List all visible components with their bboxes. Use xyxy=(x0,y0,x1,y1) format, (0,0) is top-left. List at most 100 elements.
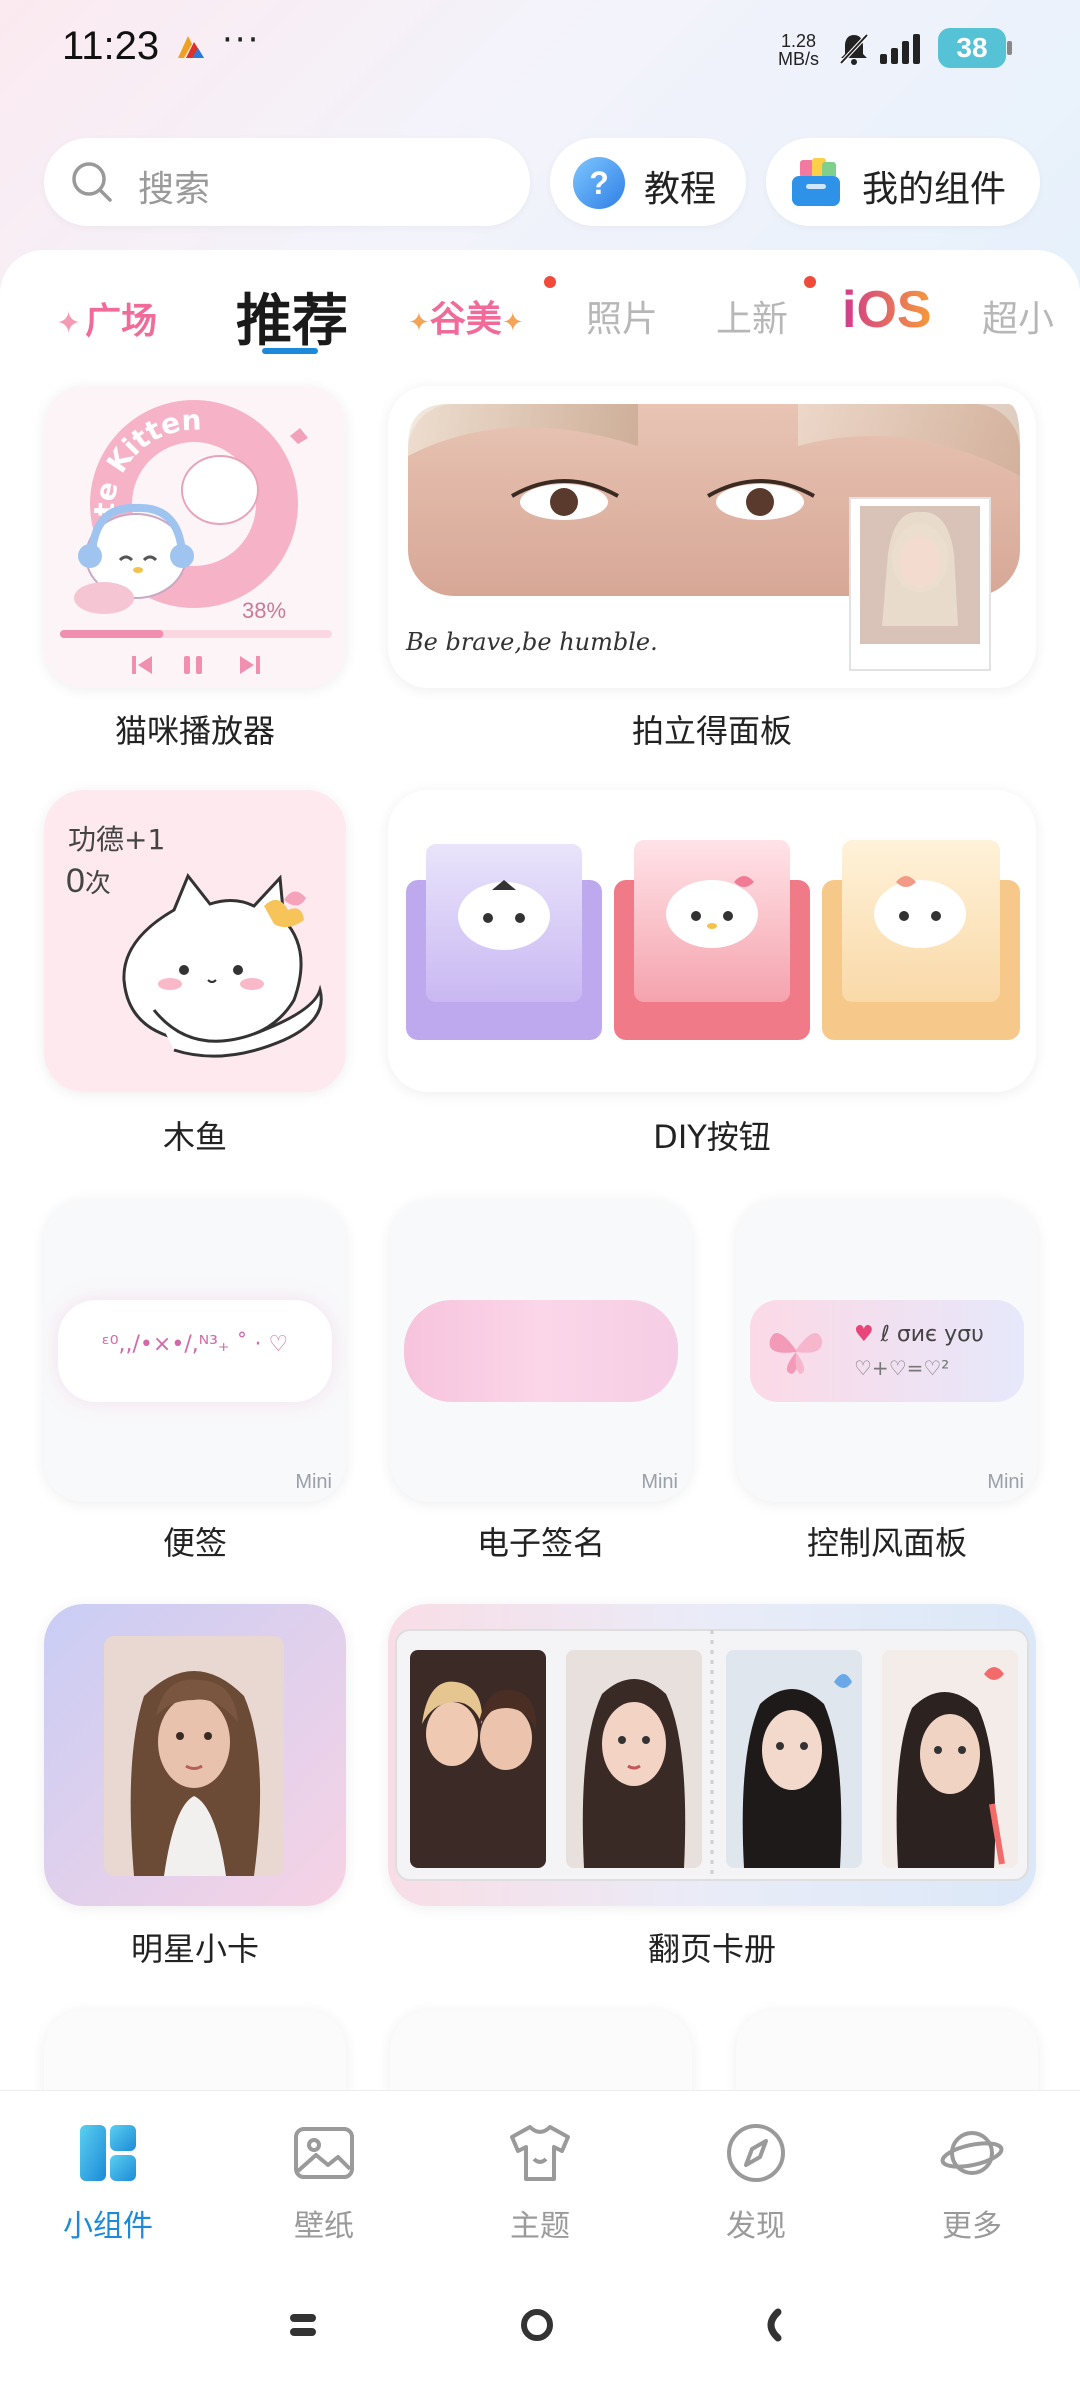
merit-count-value: 0 xyxy=(66,862,85,900)
picture-icon xyxy=(294,2127,354,2179)
nav-item-widgets[interactable]: 小组件 xyxy=(26,2121,186,2251)
tab-shangxin-badge xyxy=(804,276,816,288)
mini-tag: Mini xyxy=(987,1471,1024,1493)
pause-icon xyxy=(184,656,202,674)
esign-pad xyxy=(404,1300,678,1402)
battery-level: 38 xyxy=(938,28,1006,68)
esign-widget[interactable]: Mini xyxy=(390,1200,692,1502)
active-tab-indicator xyxy=(262,348,318,354)
control-panel-line1: ♥ ℓ σиє уσυ xyxy=(854,1322,984,1347)
flip-album-label: 翻页卡册 xyxy=(647,1930,776,1968)
note-bubble: ᵋ⁰,,/•×•/,ᴺ³₊ ˚ · ♡ xyxy=(58,1300,332,1402)
tab-zhaopian[interactable]: 照片 xyxy=(586,290,658,342)
muyu-label: 木鱼 xyxy=(162,1118,227,1156)
cat-player-label: 猫咪播放器 xyxy=(114,712,275,750)
tab-ios[interactable]: iOS xyxy=(842,280,932,340)
network-speed-value: 1.28 xyxy=(780,31,817,51)
photo-card-2 xyxy=(566,1650,702,1868)
polaroid-preview: Be brave,be humble. xyxy=(405,404,1020,671)
diy-button-preview xyxy=(406,840,1020,1040)
svg-text:?: ? xyxy=(589,165,609,201)
tab-gumei[interactable]: ✦谷美✦ xyxy=(408,290,524,342)
nav-item-discover[interactable]: 发现 xyxy=(674,2121,834,2251)
tab-shangxin[interactable]: 上新 xyxy=(716,290,788,342)
note-text: ᵋ⁰,,/•×•/,ᴺ³₊ ˚ · ♡ xyxy=(101,1332,289,1357)
nav-item-theme[interactable]: 主题 xyxy=(458,2121,618,2251)
tab-gumei-label: 谷美 xyxy=(429,299,502,340)
tshirt-icon xyxy=(510,2125,570,2181)
home-icon[interactable] xyxy=(520,2308,554,2342)
nav-label-discover: 发现 xyxy=(726,2209,786,2244)
tutorial-button[interactable]: ? 教程 xyxy=(550,138,746,226)
search-icon xyxy=(72,162,112,202)
search-input[interactable]: 搜索 xyxy=(44,138,530,226)
widget-grid-icon xyxy=(80,2125,136,2181)
battery-tip xyxy=(1007,41,1012,55)
heart-icon: ♥ xyxy=(854,1322,874,1347)
status-time: 11:23 xyxy=(62,24,160,68)
photo-card-3 xyxy=(726,1650,862,1868)
polaroid-label: 拍立得面板 xyxy=(631,712,792,750)
sparkle-icon: ✦ xyxy=(501,308,524,338)
cat-player-widget[interactable]: te Kitten 38% xyxy=(44,386,346,688)
control-panel-card: ♥ ℓ σиє уσυ ♡+♡=♡² xyxy=(750,1300,1024,1402)
butterfly-icon xyxy=(769,1332,823,1374)
signal-icon xyxy=(880,34,920,64)
progress-text: 38% xyxy=(242,598,286,623)
photo-card-1 xyxy=(410,1650,546,1868)
my-widgets-label: 我的组件 xyxy=(862,169,1007,210)
back-icon[interactable] xyxy=(758,2308,784,2342)
battery-indicator: 38 xyxy=(938,28,1012,68)
network-speed-unit: MB/s xyxy=(778,49,820,69)
note-label: 便签 xyxy=(162,1524,227,1562)
more-notifications-icon: ··· xyxy=(222,20,261,60)
esign-label: 电子签名 xyxy=(476,1524,605,1562)
tab-chao[interactable]: 超小 xyxy=(982,290,1054,342)
diy-button-label: DIY按钮 xyxy=(653,1118,771,1156)
tab-tuijian[interactable]: 推荐 xyxy=(236,276,348,357)
flip-album-widget[interactable] xyxy=(388,1604,1036,1906)
cat-player-preview: te Kitten 38% xyxy=(60,400,332,674)
app-notification-icon xyxy=(178,36,204,58)
tab-guangchang[interactable]: ✦ 广场 xyxy=(56,292,157,344)
nav-label-wallpaper: 壁纸 xyxy=(294,2209,354,2244)
cat-fish-icon xyxy=(122,873,323,1058)
planet-icon xyxy=(940,2131,1004,2175)
widget-box-icon xyxy=(792,158,840,206)
sparkle-icon: ✦ xyxy=(56,306,82,341)
note-widget[interactable]: ᵋ⁰,,/•×•/,ᴺ³₊ ˚ · ♡ Mini xyxy=(44,1200,346,1502)
system-navigation-bar xyxy=(0,2260,1080,2400)
nav-item-more[interactable]: 更多 xyxy=(890,2121,1050,2251)
next-icon xyxy=(240,656,260,674)
bottom-navigation: 小组件 壁纸 主题 发现 更多 xyxy=(0,2090,1080,2260)
prev-icon xyxy=(132,656,152,674)
compass-icon xyxy=(727,2124,785,2182)
nav-label-more: 更多 xyxy=(942,2209,1002,2244)
mini-tag: Mini xyxy=(641,1471,678,1493)
polaroid-widget[interactable]: Be brave,be humble. xyxy=(388,386,1036,688)
search-placeholder: 搜索 xyxy=(138,169,211,210)
star-card-widget[interactable] xyxy=(44,1604,346,1906)
control-panel-line2: ♡+♡=♡² xyxy=(854,1356,950,1380)
control-panel-widget[interactable]: ♥ ℓ σиє уσυ ♡+♡=♡² Mini xyxy=(736,1200,1038,1502)
star-card-photo xyxy=(104,1636,284,1876)
tab-guangchang-label: 广场 xyxy=(85,301,158,342)
help-icon: ? xyxy=(573,157,625,209)
control-panel-label: 控制风面板 xyxy=(806,1524,967,1562)
tab-gumei-badge xyxy=(544,276,556,288)
merit-count-unit: 次 xyxy=(84,868,111,898)
muyu-widget[interactable]: 功德+1 0次 xyxy=(44,790,346,1092)
my-widgets-button[interactable]: 我的组件 xyxy=(766,138,1040,226)
photo-card-4 xyxy=(882,1650,1018,1868)
status-bar: 11:23 ··· 1.28 MB/s 38 xyxy=(0,0,1080,100)
diy-button-widget[interactable] xyxy=(388,790,1036,1092)
tutorial-label: 教程 xyxy=(644,169,717,210)
nav-item-wallpaper[interactable]: 壁纸 xyxy=(242,2121,402,2251)
recent-apps-icon[interactable] xyxy=(288,2310,318,2340)
progress-fill xyxy=(60,630,164,638)
bell-muted-icon xyxy=(839,33,869,65)
merit-text: 功德+1 xyxy=(68,823,166,856)
star-card-label: 明星小卡 xyxy=(130,1930,259,1968)
flip-album-preview xyxy=(395,1629,1029,1881)
mini-tag: Mini xyxy=(295,1471,332,1493)
